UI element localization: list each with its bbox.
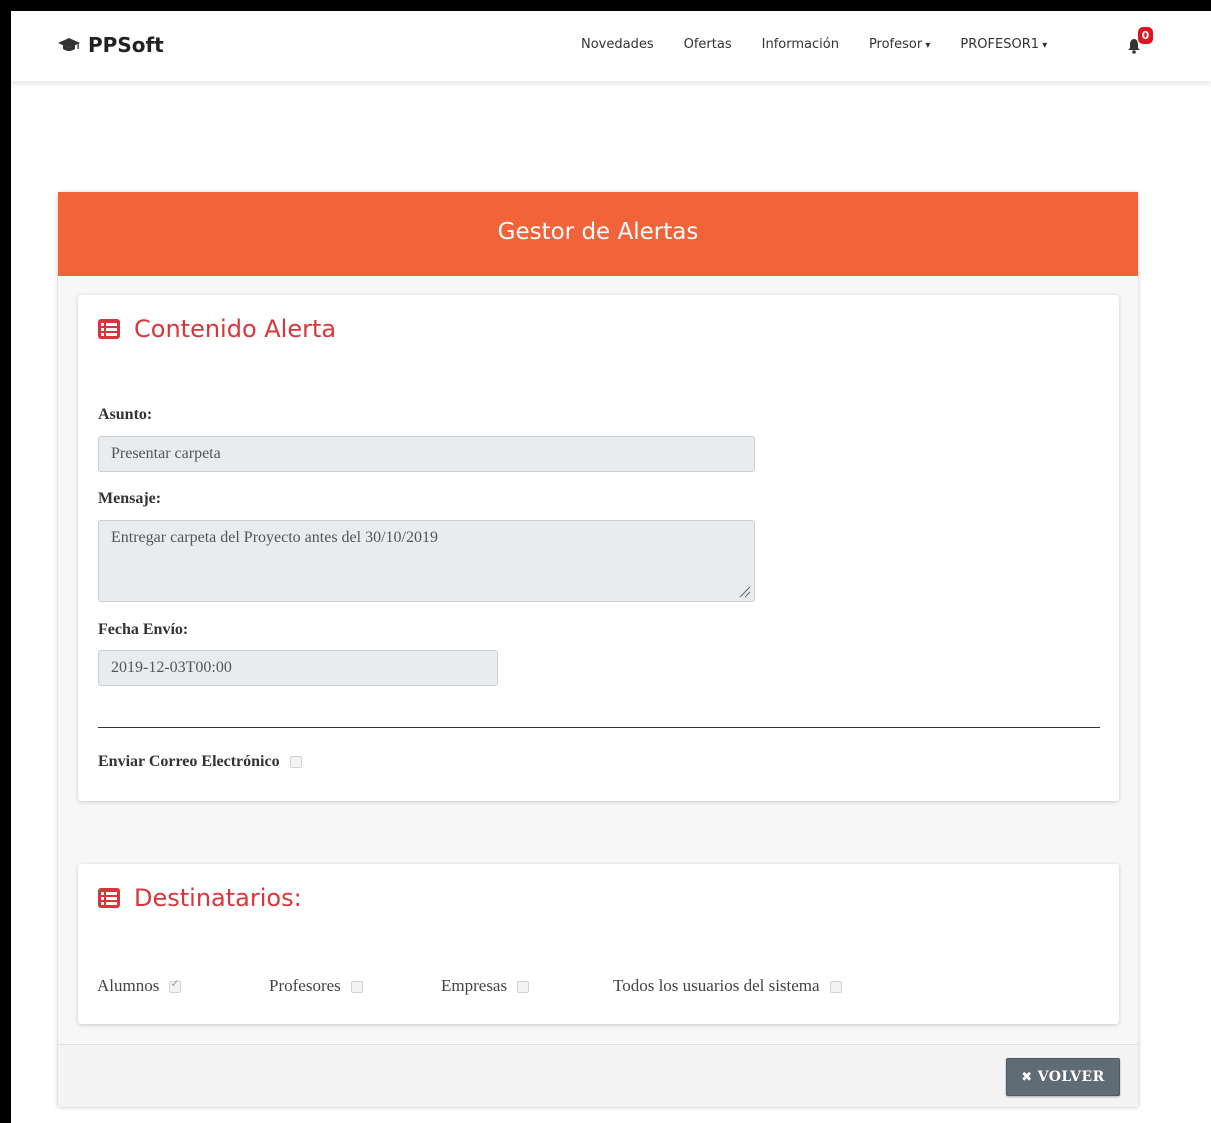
list-alt-icon <box>98 888 120 908</box>
nav-profesor-dropdown[interactable]: Profesor <box>869 37 930 52</box>
alumnos-label: Alumnos <box>97 976 160 995</box>
email-label: Enviar Correo Electrónico <box>98 753 280 770</box>
mensaje-textarea[interactable]: Entregar carpeta del Proyecto antes del … <box>98 520 755 602</box>
todos-label: Todos los usuarios del sistema <box>613 976 820 995</box>
volver-label: VOLVER <box>1037 1069 1105 1085</box>
alert-content-panel: Contenido Alerta Asunto: Presentar carpe… <box>78 295 1119 801</box>
recipients-heading: Destinatarios: <box>98 884 302 912</box>
close-icon: ✖ <box>1021 1069 1033 1085</box>
card-footer: ✖ VOLVER <box>58 1044 1138 1107</box>
profesores-label: Profesores <box>269 976 341 995</box>
notification-badge: 0 <box>1138 27 1153 44</box>
empresas-checkbox[interactable] <box>517 981 530 994</box>
brand-name: PPSoft <box>88 33 164 57</box>
recipient-empresas: Empresas <box>441 976 530 996</box>
fecha-envio-label: Fecha Envío: <box>98 621 189 638</box>
alert-content-title: Contenido Alerta <box>134 315 337 343</box>
recipient-todos: Todos los usuarios del sistema <box>613 976 842 996</box>
recipients-title: Destinatarios: <box>134 884 302 912</box>
page-title: Gestor de Alertas <box>58 192 1138 276</box>
alumnos-checkbox[interactable] <box>169 977 182 994</box>
screenshot-border-top <box>0 0 1211 11</box>
fecha-envio-field[interactable]: 2019-12-03T00:00 <box>98 650 498 686</box>
mensaje-label: Mensaje: <box>98 490 162 507</box>
recipient-profesores: Profesores <box>269 976 363 996</box>
section-divider <box>98 727 1100 728</box>
nav-novedades[interactable]: Novedades <box>581 37 654 52</box>
email-option: Enviar Correo Electrónico <box>98 753 302 771</box>
recipients-panel: Destinatarios: Alumnos Profesores Empres… <box>78 864 1119 1024</box>
email-checkbox[interactable] <box>289 756 302 769</box>
nav-menu: Novedades Ofertas Información Profesor P… <box>581 37 1077 52</box>
empresas-label: Empresas <box>441 976 508 995</box>
profesores-checkbox[interactable] <box>350 981 363 994</box>
nav-user-dropdown[interactable]: PROFESOR1 <box>960 37 1047 52</box>
graduation-cap-icon <box>58 38 80 51</box>
alert-manager-card: Gestor de Alertas Contenido Alerta Asunt… <box>58 192 1138 1107</box>
todos-checkbox[interactable] <box>829 981 842 994</box>
alert-content-heading: Contenido Alerta <box>98 315 336 343</box>
resize-handle-icon[interactable] <box>739 586 751 598</box>
recipient-alumnos: Alumnos <box>97 976 182 996</box>
asunto-label: Asunto: <box>98 406 153 423</box>
nav-informacion[interactable]: Información <box>762 37 839 52</box>
top-navbar: PPSoft Novedades Ofertas Información Pro… <box>11 11 1211 81</box>
screenshot-border-left <box>0 0 11 1123</box>
brand[interactable]: PPSoft <box>58 33 164 57</box>
nav-ofertas[interactable]: Ofertas <box>684 37 732 52</box>
mensaje-text: Entregar carpeta del Proyecto antes del … <box>111 529 438 546</box>
asunto-field[interactable]: Presentar carpeta <box>98 436 755 472</box>
list-alt-icon <box>98 319 120 339</box>
volver-button[interactable]: ✖ VOLVER <box>1006 1058 1120 1096</box>
